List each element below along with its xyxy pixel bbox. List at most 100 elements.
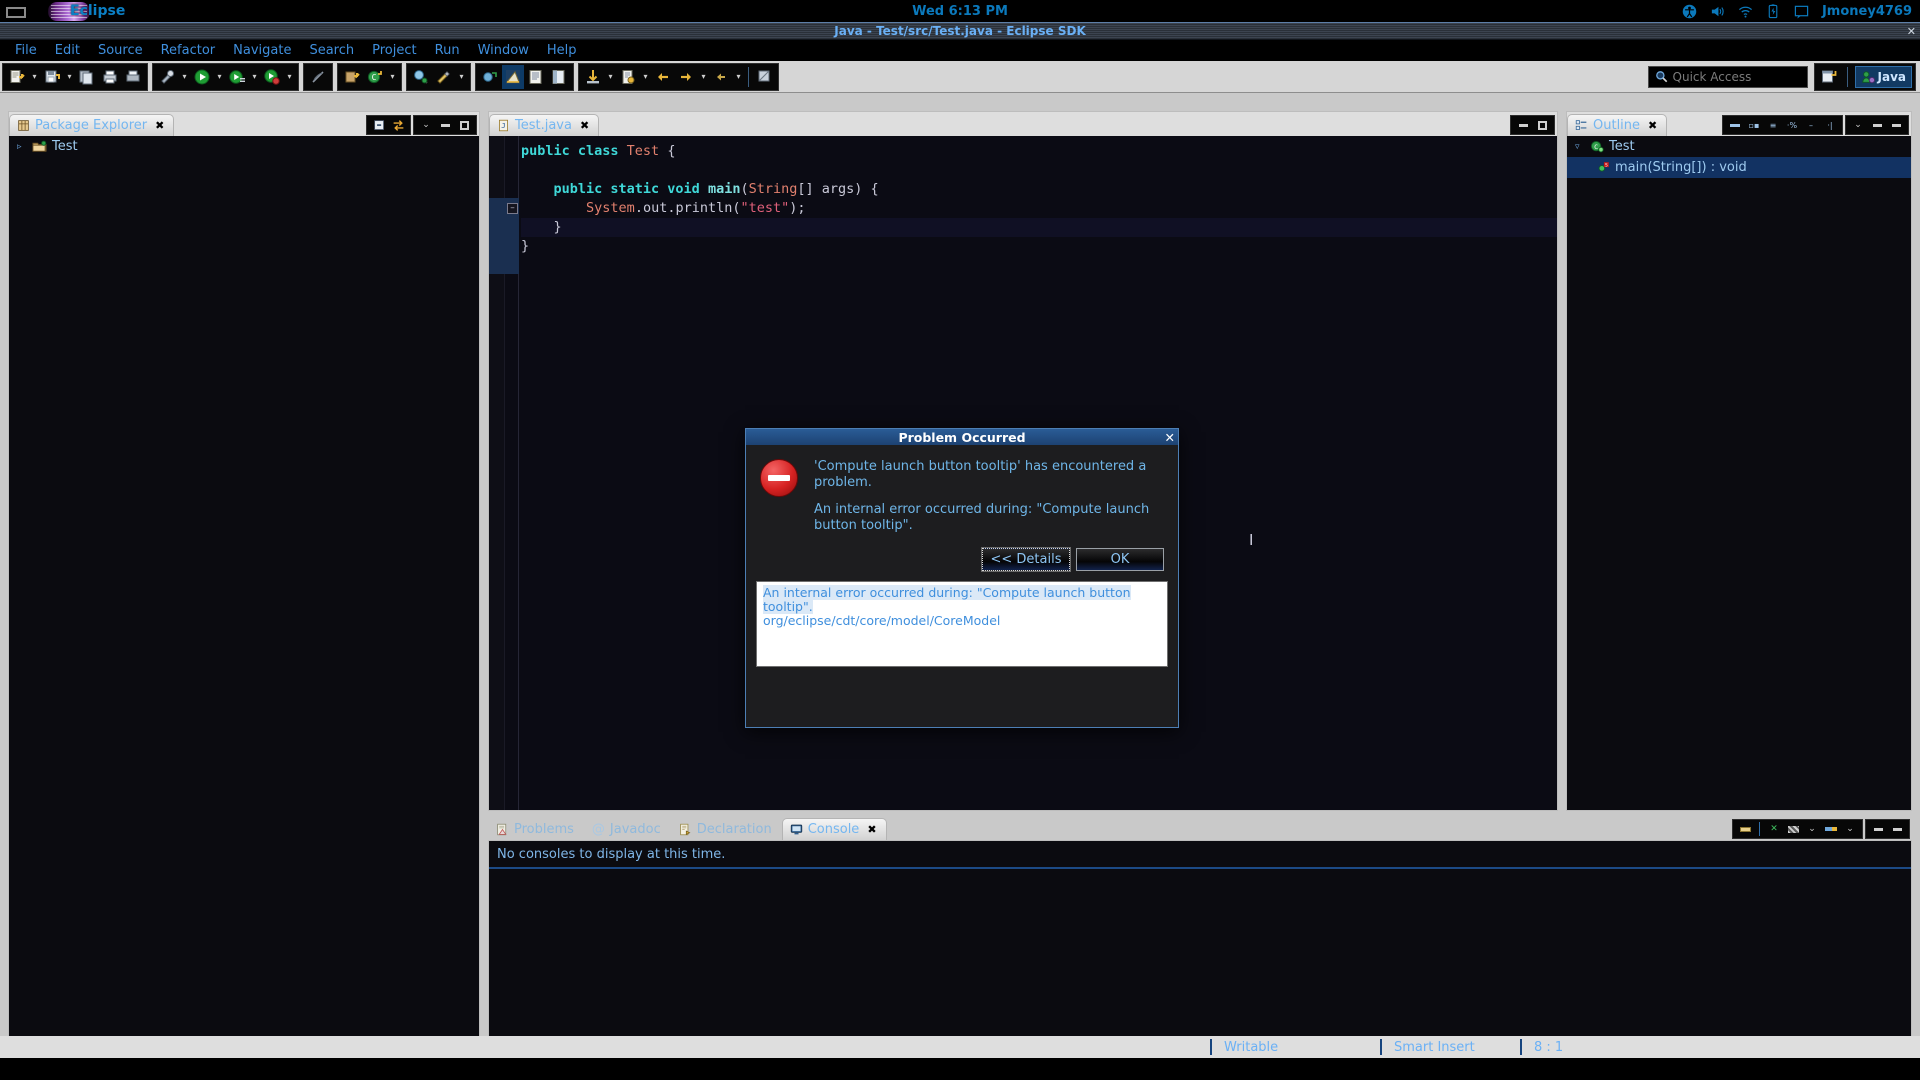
toggle-markoccurrences-button[interactable] [502,64,524,89]
forward-dropdown[interactable]: ▾ [698,65,709,89]
open-task-button[interactable] [617,65,639,89]
menu-project[interactable]: Project [363,42,425,59]
console-minimize-icon[interactable] [1870,821,1886,837]
menu-navigate[interactable]: Navigate [224,42,300,59]
outline-maximize-icon[interactable] [1888,117,1904,133]
quick-access-input[interactable]: Quick Access [1647,65,1808,88]
last-edit-location-button[interactable] [582,65,604,89]
tab-outline[interactable]: Outline ✖ [1567,114,1668,136]
os-clock[interactable]: Wed 6:13 PM [0,4,1920,19]
menu-refactor[interactable]: Refactor [152,42,225,59]
scroll-lock-icon[interactable]: ✕ [1766,821,1782,837]
tree-item-project[interactable]: ▹ Test [9,136,479,157]
details-button[interactable]: << Details [981,547,1071,572]
hide-nonpublic-icon[interactable]: ·% [1784,117,1800,133]
outline-minimize-icon[interactable] [1869,117,1885,133]
tab-declaration[interactable]: Declaration [671,818,782,840]
menu-source[interactable]: Source [89,42,152,59]
search-button[interactable] [433,65,455,89]
last-edit-dropdown[interactable]: ▾ [605,65,616,89]
save-all-button[interactable] [76,65,98,89]
tab-test-java[interactable]: J Test.java ✖ [489,114,600,136]
open-task-dropdown[interactable]: ▾ [640,65,651,89]
menu-help[interactable]: Help [538,42,586,59]
menu-window[interactable]: Window [469,42,538,59]
console-maximize-icon[interactable] [1889,821,1905,837]
outline-item-class[interactable]: ▿ C Test [1567,136,1911,157]
window-close-button[interactable]: ✕ [1907,25,1916,38]
view-menu-icon[interactable]: ⌄ [418,117,434,133]
twisty-icon[interactable]: ▹ [17,142,27,152]
new-class-button[interactable]: C [364,65,386,89]
console-content[interactable]: No consoles to display at this time. [488,840,1912,1048]
pin-console-icon[interactable] [1785,821,1801,837]
editor-minimize-icon[interactable] [1515,117,1531,133]
outline-view-menu-icon[interactable]: ⌄ [1850,117,1866,133]
tab-console[interactable]: Console ✖ [781,818,887,840]
run-dropdown[interactable]: ▾ [214,65,225,89]
hide-local-icon[interactable]: – [1803,117,1819,133]
clear-console-icon[interactable] [1737,821,1753,837]
search-dropdown[interactable]: ▾ [456,65,467,89]
editor-source-code[interactable]: public class Test { public static void m… [521,142,1557,256]
open-perspective-button[interactable] [1818,65,1840,89]
debug-dropdown[interactable]: ▾ [284,65,295,89]
link-with-editor-icon[interactable] [390,117,406,133]
menu-run[interactable]: Run [426,42,469,59]
sort-icon[interactable] [1727,117,1743,133]
tab-package-explorer[interactable]: Package Explorer ✖ [9,114,175,136]
hide-static-icon[interactable]: ≡ [1765,117,1781,133]
tab-console-close[interactable]: ✖ [867,823,876,836]
tab-problems[interactable]: Problems [488,818,584,840]
dialog-details-pane[interactable]: An internal error occurred during: "Comp… [756,581,1168,667]
new-java-project-button[interactable] [341,65,363,89]
collapse-all-icon[interactable] [371,117,387,133]
perspective-java-button[interactable]: Java [1854,65,1912,88]
open-console-icon[interactable] [1823,821,1839,837]
menu-edit[interactable]: Edit [46,42,89,59]
skip-breakpoints-button[interactable] [307,65,329,89]
new-wizard-dropdown[interactable]: ▾ [29,65,40,89]
dialog-close-button[interactable]: ✕ [1165,430,1175,445]
debug-button[interactable] [261,65,283,89]
save-dropdown[interactable]: ▾ [64,65,75,89]
tab-outline-close[interactable]: ✖ [1648,119,1657,132]
package-explorer-tree[interactable]: ▹ Test [9,136,479,1047]
maximize-icon[interactable] [456,117,472,133]
display-console-dropdown-icon[interactable]: ⌄ [1804,821,1820,837]
new-wizard-button[interactable] [6,65,28,89]
back-alt-dropdown[interactable]: ▾ [733,65,744,89]
forward-button[interactable] [675,65,697,89]
editor-maximize-icon[interactable] [1534,117,1550,133]
run-external-dropdown[interactable]: ▾ [249,65,260,89]
external-tools-dropdown[interactable]: ▾ [179,65,190,89]
print-alt-button[interactable] [122,65,144,89]
tab-javadoc[interactable]: @ Javadoc [584,818,671,840]
outline-tree[interactable]: ▿ C Test S main(String[]) : void [1567,136,1911,810]
tab-test-java-close[interactable]: ✖ [580,119,589,132]
minimize-icon[interactable] [437,117,453,133]
next-annotation-button[interactable] [479,65,501,89]
pin-editor-button[interactable] [753,65,775,89]
filter-icon[interactable]: ·| [1822,117,1838,133]
back-alt-button[interactable] [710,65,732,89]
fold-collapse-icon[interactable]: – [507,203,518,214]
ok-button[interactable]: OK [1076,548,1164,571]
tab-package-explorer-close[interactable]: ✖ [155,119,164,132]
open-type-button[interactable] [410,65,432,89]
external-tools-button[interactable] [156,65,178,89]
open-console-dropdown-icon[interactable]: ⌄ [1842,821,1858,837]
back-button[interactable] [652,65,674,89]
menu-file[interactable]: File [6,42,46,59]
print-button[interactable] [99,65,121,89]
new-class-dropdown[interactable]: ▾ [387,65,398,89]
run-external-button[interactable] [226,65,248,89]
outline-twisty-icon[interactable]: ▿ [1575,142,1585,152]
show-whitespace-button[interactable] [525,65,547,89]
hide-fields-icon[interactable]: ▫▪ [1746,117,1762,133]
show-print-margin-button[interactable] [548,65,570,89]
save-button[interactable] [41,65,63,89]
outline-item-method[interactable]: S main(String[]) : void [1567,157,1911,178]
run-button[interactable] [191,65,213,89]
menu-search[interactable]: Search [300,42,363,59]
